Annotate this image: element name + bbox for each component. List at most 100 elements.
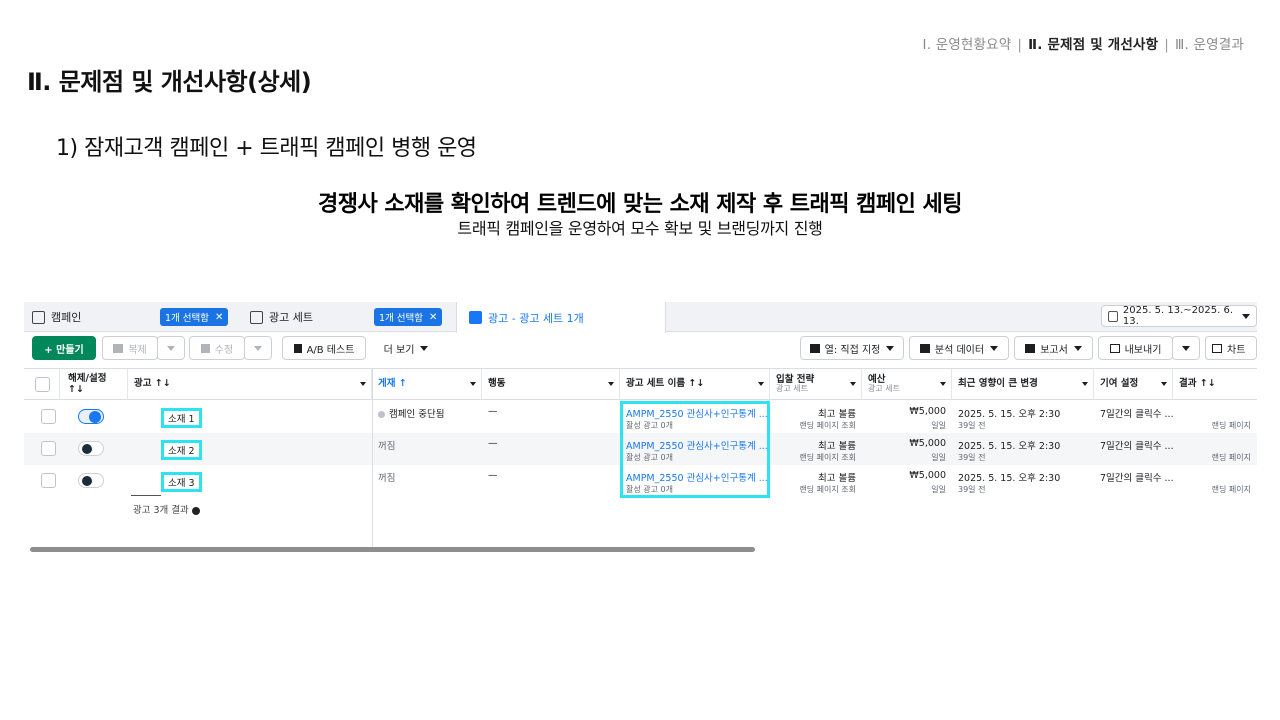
col-adset-name[interactable]: 광고 세트 이름 ↑↓ xyxy=(620,369,770,400)
col-delivery[interactable]: 게재 ↑ xyxy=(372,369,482,400)
attribution-value: 7일간의 클릭수 ... xyxy=(1100,473,1174,484)
adset-name-link[interactable]: AMPM_2550 관심사+인구통계 ... xyxy=(626,470,768,484)
chevron-down-icon xyxy=(850,382,856,386)
row-checkbox[interactable] xyxy=(41,409,56,424)
actions-cell: — xyxy=(482,401,620,433)
chevron-down-icon xyxy=(420,345,429,351)
breakdown-icon xyxy=(919,343,930,353)
breakdown-button[interactable]: 분석 데이터 xyxy=(909,336,1009,360)
col-results-label: 결과 ↑↓ xyxy=(1179,378,1216,390)
reports-button[interactable]: 보고서 xyxy=(1014,336,1093,360)
ab-test-button[interactable]: A/B 테스트 xyxy=(282,336,366,360)
adset-name-link[interactable]: AMPM_2550 관심사+인구통계 ... xyxy=(626,406,768,420)
status-dot-icon xyxy=(378,411,385,418)
export-button[interactable]: 내보내기 xyxy=(1098,336,1173,360)
change-value: 2025. 5. 15. 오후 2:30 xyxy=(958,473,1061,484)
tab-ads[interactable]: 광고 - 광고 세트 1개 xyxy=(456,302,666,333)
results-sub: 랜딩 페이지 xyxy=(1211,421,1251,430)
info-icon[interactable] xyxy=(191,506,200,515)
column-divider xyxy=(372,368,373,552)
col-budget-sub: 광고 세트 xyxy=(868,384,900,394)
chart-button[interactable]: 차트 xyxy=(1205,336,1257,360)
ad-name[interactable]: 소재 2 xyxy=(161,440,202,460)
breadcrumb-item-summary: Ⅰ. 운영현황요약 xyxy=(922,37,1012,53)
col-budget[interactable]: 예산 광고 세트 xyxy=(862,369,952,400)
table-row[interactable]: 소재 3 꺼짐 — AMPM_2550 관심사+인구통계 ... 활성 광고 0개… xyxy=(24,465,1257,497)
col-ad[interactable]: 광고 ↑↓ xyxy=(128,369,372,400)
edit-button[interactable]: 수정 xyxy=(189,336,245,360)
more-label: 더 보기 xyxy=(383,344,415,356)
row-select-cell xyxy=(35,433,60,465)
toggle-cell xyxy=(60,465,128,497)
pencil-icon xyxy=(200,343,210,353)
results-summary-text: 광고 3개 결과 xyxy=(133,505,189,516)
attribution-cell: 7일간의 클릭수 ... xyxy=(1094,401,1174,433)
table-row[interactable]: 소재 1 캠페인 중단됨 — AMPM_2550 관심사+인구통계 ... 활성 … xyxy=(24,401,1257,433)
chevron-down-icon xyxy=(1073,345,1082,351)
toggle-knob xyxy=(82,476,92,486)
results-summary: 광고 3개 결과 xyxy=(133,502,200,516)
section-subheading: 1) 잠재고객 캠페인 + 트래픽 캠페인 병행 운영 xyxy=(56,136,477,161)
edit-dropdown-button[interactable] xyxy=(244,336,272,360)
adset-selection-chip[interactable]: 1개 선택함 ✕ xyxy=(374,308,443,326)
row-checkbox[interactable] xyxy=(41,473,56,488)
bid-value: 최고 볼륨 xyxy=(818,473,856,484)
budget-cell: ₩5,000 일일 xyxy=(862,433,952,465)
ad-toggle-switch[interactable] xyxy=(78,409,104,424)
create-button[interactable]: + 만들기 xyxy=(32,336,96,360)
ad-name[interactable]: 소재 3 xyxy=(161,472,202,492)
date-range-picker[interactable]: 2025. 5. 13.~2025. 6. 13. xyxy=(1101,305,1257,327)
budget-sub: 일일 xyxy=(931,453,946,462)
ad-toggle-switch[interactable] xyxy=(78,473,104,488)
budget-sub: 일일 xyxy=(931,421,946,430)
breadcrumb-separator: | xyxy=(1017,37,1023,53)
headline-subtext: 트래픽 캠페인을 운영하여 모수 확보 및 브랜딩까지 진행 xyxy=(457,219,823,238)
select-all-checkbox[interactable] xyxy=(35,377,50,392)
table-row[interactable]: 소재 2 꺼짐 — AMPM_2550 관심사+인구통계 ... 활성 광고 0개… xyxy=(24,433,1257,465)
date-range-value: 2025. 5. 13.~2025. 6. 13. xyxy=(1122,305,1234,327)
col-bid-strategy[interactable]: 입찰 전략 광고 세트 xyxy=(770,369,862,400)
columns-button[interactable]: 열: 직접 지정 xyxy=(800,336,904,360)
export-dropdown-button[interactable] xyxy=(1172,336,1200,360)
row-checkbox[interactable] xyxy=(41,441,56,456)
grid-icon xyxy=(250,310,263,324)
col-results[interactable]: 결과 ↑↓ xyxy=(1173,369,1257,400)
close-icon[interactable]: ✕ xyxy=(429,312,437,323)
actions-value: — xyxy=(488,470,498,481)
close-icon[interactable]: ✕ xyxy=(215,312,223,323)
budget-value: ₩5,000 xyxy=(909,470,946,481)
col-recent-change[interactable]: 최근 영향이 큰 변경 xyxy=(952,369,1094,400)
delivery-cell: 캠페인 중단됨 xyxy=(372,401,482,433)
col-actions-label: 행동 xyxy=(488,378,506,390)
col-actions[interactable]: 행동 xyxy=(482,369,620,400)
tab-ads-label: 광고 - 광고 세트 1개 xyxy=(488,311,584,325)
campaign-selection-chip[interactable]: 1개 선택함 ✕ xyxy=(160,308,229,326)
more-button[interactable]: 더 보기 xyxy=(376,336,436,360)
chart-label: 차트 xyxy=(1227,344,1246,356)
duplicate-dropdown-button[interactable] xyxy=(157,336,185,360)
horizontal-scrollbar[interactable] xyxy=(30,547,755,552)
results-cell: 랜딩 페이지 xyxy=(1173,465,1257,497)
budget-value: ₩5,000 xyxy=(909,438,946,449)
attribution-value: 7일간의 클릭수 ... xyxy=(1100,441,1174,452)
change-sub: 39일 전 xyxy=(958,421,986,430)
flask-icon xyxy=(293,343,302,353)
reports-icon xyxy=(1025,343,1036,353)
table-header: 해제/설정 ↑↓ 광고 ↑↓ 게재 ↑ 행동 광고 세트 이름 ↑↓ 입찰 전략… xyxy=(24,368,1257,400)
col-ad-label: 광고 ↑↓ xyxy=(134,378,171,390)
delivery-cell: 꺼짐 xyxy=(372,465,482,497)
adset-active-ads: 활성 광고 0개 xyxy=(626,421,673,430)
col-bid-strategy-sub: 광고 세트 xyxy=(776,384,808,394)
ad-name[interactable]: 소재 1 xyxy=(161,408,202,428)
ad-toggle-switch[interactable] xyxy=(78,441,104,456)
select-all-cell xyxy=(24,369,60,400)
duplicate-button[interactable]: 복제 xyxy=(102,336,158,360)
col-budget-text: 예산 광고 세트 xyxy=(868,374,900,394)
col-toggle[interactable]: 해제/설정 ↑↓ xyxy=(60,369,128,400)
ab-test-label: A/B 테스트 xyxy=(306,344,355,356)
results-sub: 랜딩 페이지 xyxy=(1211,453,1251,462)
bid-sub: 랜딩 페이지 조회 xyxy=(799,485,856,494)
col-attribution[interactable]: 기여 설정 xyxy=(1094,369,1173,400)
adset-name-link[interactable]: AMPM_2550 관심사+인구통계 ... xyxy=(626,438,768,452)
bid-sub: 랜딩 페이지 조회 xyxy=(799,421,856,430)
